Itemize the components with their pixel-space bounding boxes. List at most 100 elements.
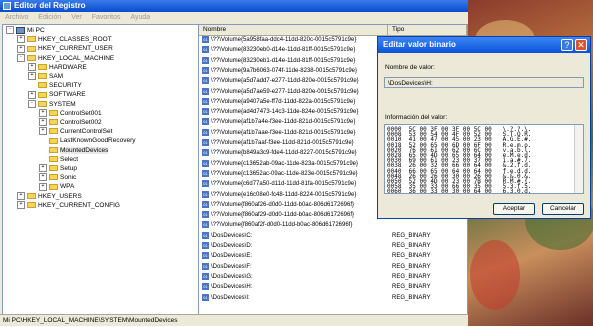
binary-value-icon: 01 <box>202 242 209 249</box>
tree-node[interactable]: + HKEY_CLASSES_ROOT <box>17 35 112 44</box>
expand-icon[interactable]: + <box>39 164 47 173</box>
list-row[interactable]: 01 \DosDevices\C: REG_BINARY <box>199 231 467 241</box>
menu-ver[interactable]: Ver <box>71 14 82 21</box>
value-name: \??\Volume{c6d77a50-d11d-11dd-81fa-0015c… <box>211 181 357 188</box>
help-button[interactable]: ? <box>561 39 573 51</box>
tree-node[interactable]: + HKEY_USERS <box>17 191 82 201</box>
value-name: \??\Volume{f860af2f-d0d0-11dd-b0ac-806d6… <box>211 222 353 229</box>
value-type: REG_BINARY <box>392 294 431 301</box>
binary-value-icon: 01 <box>202 66 209 74</box>
expand-icon[interactable]: + <box>17 201 25 210</box>
value-name: \??\Volume{b849a3c9-fde4-11dd-8227-0015c… <box>211 150 357 157</box>
list-row[interactable]: 01 \??\Volume{f860af2f-d0d0-11dd-b0ac-806… <box>199 221 467 230</box>
binary-value-icon: 01 <box>202 231 209 239</box>
ok-button[interactable]: Aceptar <box>493 203 535 215</box>
binary-value-icon: 01 <box>202 272 209 280</box>
list-row[interactable]: 01 \DosDevices\D: REG_BINARY <box>199 242 467 251</box>
list-row[interactable]: 01 \DosDevices\I: REG_BINARY <box>199 293 467 303</box>
value-type: REG_BINARY <box>392 263 431 270</box>
expand-icon[interactable]: + <box>39 118 47 127</box>
hex-editor[interactable]: 0000 5C 00 3F 00 3F 00 5C 00 \.?.?.\. 000… <box>384 124 584 194</box>
binary-value-icon: 01 <box>202 87 209 95</box>
tree-node[interactable]: MountedDevices <box>39 146 109 155</box>
tree-node[interactable]: LastKnownGoodRecovery <box>39 136 136 145</box>
binary-value-icon: 01 <box>202 180 209 188</box>
menu-ayuda[interactable]: Ayuda <box>130 14 150 21</box>
value-data-label: Información del valor: <box>385 114 448 121</box>
window-title: Editor del Registro <box>14 1 86 10</box>
value-name: \??\Volume{83230eb1-d14e-11dd-81ff-0015c… <box>211 57 356 64</box>
tree-node[interactable]: + Sonic <box>39 173 76 182</box>
tree-node-label: SAM <box>49 73 64 80</box>
collapse-icon[interactable]: - <box>17 53 25 62</box>
tree-node[interactable]: - HKEY_LOCAL_MACHINE <box>17 53 115 63</box>
dialog-titlebar[interactable]: Editar valor binario <box>378 37 590 53</box>
tree-node[interactable]: - Mi PC <box>6 26 45 35</box>
binary-value-icon: 01 <box>202 200 209 208</box>
collapse-icon[interactable]: - <box>28 99 36 108</box>
list-row[interactable]: 01 \DosDevices\F: REG_BINARY <box>199 262 467 272</box>
tree-node[interactable]: + ControlSet002 <box>39 118 102 127</box>
column-header-type[interactable]: Tipo <box>388 25 467 35</box>
expand-icon[interactable]: + <box>39 127 47 136</box>
window-titlebar[interactable]: Editor del Registro <box>0 0 468 12</box>
expand-icon[interactable]: + <box>17 35 25 44</box>
value-name: \??\Volume{a5d7ae59-e277-11dd-820e-0015c… <box>211 88 359 95</box>
tree-node[interactable]: - SYSTEM <box>28 99 76 109</box>
expand-icon[interactable]: + <box>28 63 36 72</box>
tree-node[interactable]: + HKEY_CURRENT_USER <box>17 44 113 53</box>
expand-icon[interactable]: + <box>28 72 36 81</box>
tree-node-label: SOFTWARE <box>49 91 86 99</box>
tree-node[interactable]: + SOFTWARE <box>28 90 86 99</box>
registry-tree[interactable]: - Mi PC + HKEY_CLASSES_ROOT + HKEY_CURRENT_US… <box>2 24 199 316</box>
close-button[interactable]: ✕ <box>575 39 587 51</box>
value-name: \??\Volume{c13652ab-09ac-11de-823a-0015c… <box>211 160 359 167</box>
folder-icon <box>49 174 58 181</box>
menu-edicion[interactable]: Edición <box>38 14 61 21</box>
tree-node[interactable]: + HKEY_CURRENT_CONFIG <box>17 201 120 210</box>
menu-favoritos[interactable]: Favoritos <box>92 14 121 21</box>
folder-icon <box>49 183 58 190</box>
hex-scrollbar[interactable] <box>574 125 583 193</box>
tree-node-label: ControlSet001 <box>60 109 102 117</box>
folder-icon <box>38 100 47 107</box>
tree-node[interactable]: + WPA <box>39 182 74 191</box>
tree-node[interactable]: + HARDWARE <box>28 63 87 72</box>
collapse-icon[interactable]: - <box>6 26 14 35</box>
value-name-field[interactable]: \DosDevices\H: <box>384 77 584 88</box>
menu-bar: Archivo Edición Ver Favoritos Ayuda <box>0 12 468 23</box>
binary-value-icon: 01 <box>202 283 209 291</box>
tree-node[interactable]: + SAM <box>28 72 63 81</box>
list-header: Nombre Tipo <box>199 25 467 36</box>
list-row[interactable]: 01 \DosDevices\G: REG_BINARY <box>199 272 467 282</box>
folder-icon <box>49 146 58 153</box>
binary-value-icon: 01 <box>202 252 209 260</box>
expand-icon[interactable]: + <box>17 191 25 200</box>
dialog-title: Editar valor binario <box>383 40 456 49</box>
expand-icon[interactable]: + <box>28 90 36 99</box>
binary-value-icon: 01 <box>202 293 209 301</box>
value-type: REG_BINARY <box>392 243 431 249</box>
list-row[interactable]: 01 \DosDevices\E: REG_BINARY <box>199 252 467 261</box>
tree-node-label: HARDWARE <box>49 63 87 71</box>
tree-node[interactable]: + ControlSet001 <box>39 109 102 118</box>
list-row[interactable]: 01 \DosDevices\H: REG_BINARY <box>199 283 467 292</box>
folder-icon <box>38 73 47 80</box>
expand-icon[interactable]: + <box>17 44 25 53</box>
tree-node[interactable]: + CurrentControlSet <box>39 127 112 136</box>
expand-icon[interactable]: + <box>39 182 47 191</box>
expand-icon[interactable]: + <box>39 173 47 182</box>
binary-value-icon: 01 <box>202 211 209 219</box>
value-name: \??\Volume{a5d7add7-e277-11dd-820e-0015c… <box>211 78 359 85</box>
tree-node-label: HKEY_LOCAL_MACHINE <box>38 54 115 62</box>
binary-value-icon: 01 <box>202 108 209 116</box>
tree-node[interactable]: SECURITY <box>28 81 82 90</box>
column-header-name[interactable]: Nombre <box>199 25 388 35</box>
tree-node[interactable]: + Setup <box>39 164 77 173</box>
tree-node[interactable]: Select <box>39 155 78 164</box>
binary-value-icon: 01 <box>202 159 209 167</box>
menu-archivo[interactable]: Archivo <box>5 14 28 21</box>
value-type: REG_BINARY <box>392 273 431 280</box>
expand-icon[interactable]: + <box>39 109 47 118</box>
cancel-button[interactable]: Cancelar <box>542 203 584 215</box>
